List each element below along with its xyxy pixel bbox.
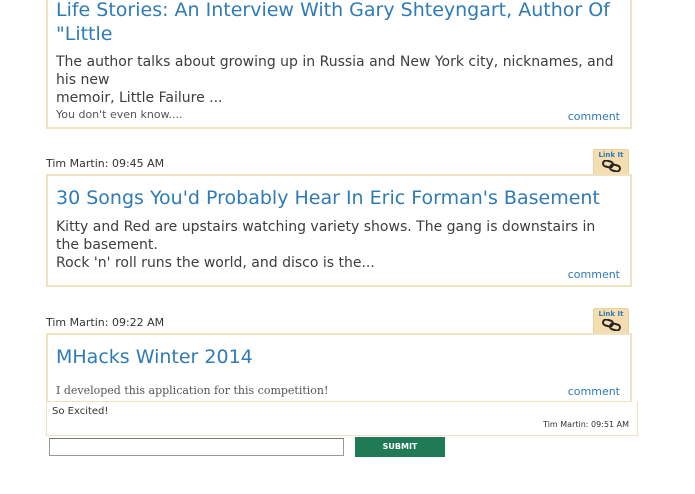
post-description-line: memoir, Little Failure ... <box>56 90 223 106</box>
post-note: I developed this application for this co… <box>56 384 329 397</box>
chain-link-icon <box>602 319 621 331</box>
comment-item: So Excited! Tim Martin: 09:51 AM <box>46 402 638 436</box>
post-description: The author talks about growing up in Rus… <box>56 53 616 107</box>
post-title-line: Life Stories: An Interview With Gary Sht… <box>56 0 610 21</box>
submit-button[interactable]: SUBMIT <box>355 437 445 457</box>
comment-text: So Excited! <box>52 406 109 417</box>
post-description-line: Rock 'n' roll runs the world, and disco … <box>56 255 375 271</box>
link-it-button[interactable]: Link It <box>593 308 629 334</box>
post-description-line: Kitty and Red are upstairs watching vari… <box>56 219 596 253</box>
link-it-label: Link It <box>598 310 624 318</box>
post-card: Life Stories: An Interview With Gary Sht… <box>46 0 632 129</box>
post-title[interactable]: Life Stories: An Interview With Gary Sht… <box>56 0 610 46</box>
chain-link-icon <box>602 160 621 172</box>
post-title-line: "Little <box>56 23 113 45</box>
post-meta: Tim Martin: 09:45 AM <box>46 157 165 170</box>
post-title[interactable]: 30 Songs You'd Probably Hear In Eric For… <box>56 186 600 210</box>
post-description-line: The author talks about growing up in Rus… <box>56 54 614 88</box>
post-title[interactable]: MHacks Winter 2014 <box>56 345 253 369</box>
comment-link[interactable]: comment <box>568 268 620 281</box>
feed: Life Stories: An Interview With Gary Sht… <box>0 0 695 494</box>
link-it-button[interactable]: Link It <box>593 149 629 175</box>
link-it-label: Link It <box>598 151 624 159</box>
post-description: Kitty and Red are upstairs watching vari… <box>56 218 616 272</box>
post-card: MHacks Winter 2014 I developed this appl… <box>46 333 632 403</box>
post-meta: Tim Martin: 09:22 AM <box>46 316 165 329</box>
comment-meta: Tim Martin: 09:51 AM <box>543 420 629 429</box>
post-note: You don't even know.... <box>56 108 183 121</box>
post-card: 30 Songs You'd Probably Hear In Eric For… <box>46 174 632 287</box>
comment-link[interactable]: comment <box>568 110 620 123</box>
comment-link[interactable]: comment <box>568 385 620 398</box>
comment-input[interactable] <box>49 438 344 456</box>
